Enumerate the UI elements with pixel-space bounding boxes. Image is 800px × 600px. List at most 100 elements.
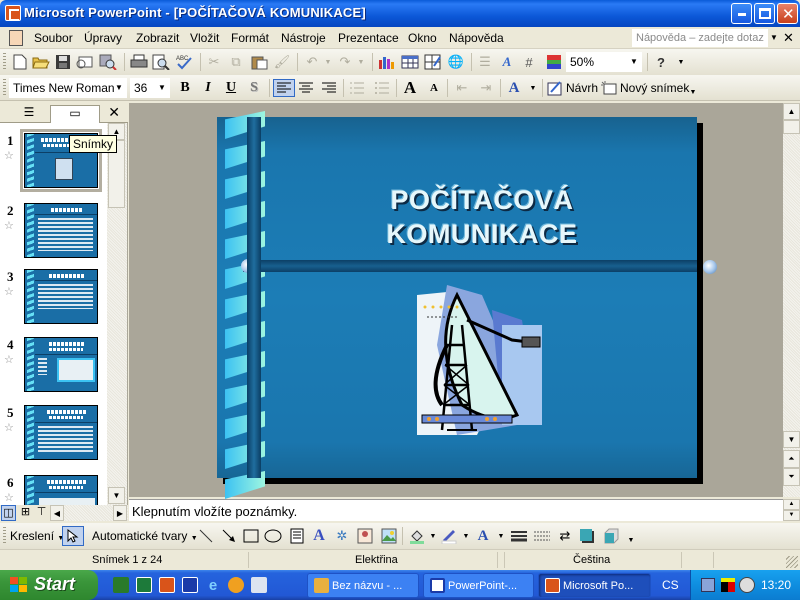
thumbnails-scrollbar[interactable]: ▲ ▼ (107, 123, 127, 506)
new-slide-icon[interactable] (600, 79, 618, 97)
dash-style-icon[interactable] (533, 527, 551, 545)
document-icon[interactable] (9, 30, 23, 46)
text-box-icon[interactable] (288, 527, 306, 545)
font-color-icon[interactable]: A (474, 527, 492, 545)
menu-napoveda[interactable]: Nápověda (449, 31, 504, 45)
menu-okno[interactable]: Okno (408, 31, 437, 45)
help-dropdown-arrow[interactable]: ▼ (768, 29, 780, 47)
tables-borders-icon[interactable] (424, 53, 442, 71)
outlook-express-icon[interactable] (251, 577, 267, 593)
media-player-icon[interactable] (228, 577, 244, 593)
toolbar-grip[interactable] (3, 53, 6, 71)
menu-format[interactable]: Formát (231, 31, 269, 45)
toolbar-grip[interactable] (3, 79, 6, 97)
scrollbar-thumb[interactable] (783, 120, 800, 134)
design-icon[interactable] (546, 79, 564, 97)
show-formatting-icon[interactable]: A (498, 53, 516, 71)
font-color-icon[interactable]: A (505, 79, 523, 97)
slide-thumbnail-2[interactable] (24, 203, 98, 258)
open-icon[interactable] (32, 53, 50, 71)
toolbar-options-dropdown[interactable]: ▼ (672, 53, 690, 71)
line-icon[interactable] (197, 527, 215, 545)
menu-nastroje[interactable]: Nástroje (281, 31, 326, 45)
slide-title[interactable]: POČÍTAČOVÁ KOMUNIKACE (317, 183, 647, 251)
taskbar-item-powerpoint[interactable]: Microsoft Po... (538, 573, 651, 598)
insert-picture-icon[interactable] (380, 527, 398, 545)
menu-prezentace[interactable]: Prezentace (338, 31, 399, 45)
transition-star-icon[interactable]: ☆ (4, 219, 14, 232)
help-icon[interactable]: ? (652, 53, 670, 71)
slide-canvas[interactable]: POČÍTAČOVÁ KOMUNIKACE (217, 111, 697, 499)
slide-thumbnail-row[interactable]: 2 ☆ (0, 203, 107, 271)
resize-grip[interactable] (786, 556, 798, 568)
paste-icon[interactable] (250, 53, 268, 71)
scroll-left-button[interactable]: ◀ (50, 505, 64, 521)
tab-outline[interactable]: ☰ (4, 105, 54, 123)
close-button[interactable]: ✕ (777, 3, 798, 24)
slide-thumbnail-row[interactable]: 5 ☆ (0, 405, 107, 473)
menu-upravy[interactable]: Úpravy (84, 31, 122, 45)
zoom-select[interactable]: 50% ▼ (566, 52, 642, 72)
oval-icon[interactable] (264, 527, 282, 545)
shadow-button[interactable]: S (245, 79, 263, 97)
undo-dropdown[interactable]: ▼ (319, 53, 337, 71)
clip-art-icon[interactable] (356, 527, 374, 545)
slide-thumbnail-row[interactable]: 3 ☆ (0, 269, 107, 337)
quicklaunch-app-icon[interactable] (113, 577, 129, 593)
slide-show-button[interactable]: ⊤ (34, 505, 49, 521)
demote-icon[interactable]: ⇥ (477, 79, 495, 97)
line-style-icon[interactable] (510, 527, 528, 545)
toolbar-options-dropdown[interactable]: ▼ (684, 83, 702, 101)
arrow-style-icon[interactable]: ⇄ (556, 527, 574, 545)
design-button[interactable]: Návrh (566, 81, 598, 95)
copy-icon[interactable]: ⧉ (227, 53, 245, 71)
slide-thumbnail-6[interactable] (24, 475, 98, 505)
clock[interactable]: 13:20 (761, 578, 791, 592)
toolbar-options-dropdown[interactable]: ▼ (622, 531, 640, 549)
align-left-icon[interactable] (273, 79, 295, 97)
chevron-down-icon[interactable]: ▼ (628, 54, 640, 70)
tray-app-icon[interactable] (721, 578, 735, 592)
italic-button[interactable]: I (199, 79, 217, 97)
redo-dropdown[interactable]: ▼ (352, 53, 370, 71)
chevron-down-icon[interactable]: ▼ (113, 80, 125, 96)
align-center-icon[interactable] (297, 79, 315, 97)
document-close-button[interactable]: ✕ (783, 30, 794, 46)
notes-scrollbar[interactable]: ▲ ▼ (783, 499, 800, 521)
scroll-down-button[interactable]: ▼ (783, 510, 800, 521)
insert-hyperlink-icon[interactable]: 🌐 (447, 53, 465, 71)
language-indicator[interactable]: CS (662, 578, 679, 592)
font-size-select[interactable]: 36 ▼ (130, 78, 170, 98)
slide-sorter-view-button[interactable]: ⊞ (18, 505, 33, 521)
slide-thumbnail-4[interactable] (24, 337, 98, 392)
font-color-dropdown[interactable]: ▼ (492, 527, 510, 545)
tray-utility-icon[interactable] (739, 577, 755, 593)
transition-star-icon[interactable]: ☆ (4, 353, 14, 366)
cut-icon[interactable]: ✂ (205, 53, 223, 71)
transition-star-icon[interactable]: ☆ (4, 491, 14, 504)
powerpoint-app-icon[interactable] (5, 5, 21, 21)
numbering-icon[interactable] (348, 79, 366, 97)
slide-thumbnail-row[interactable]: 4 ☆ (0, 337, 107, 405)
promote-icon[interactable]: ⇤ (453, 79, 471, 97)
scroll-up-button[interactable]: ▲ (783, 499, 800, 510)
draw-menu-button[interactable]: Kreslení ▼ (10, 529, 64, 543)
maximize-button[interactable] (754, 3, 775, 24)
insert-table-icon[interactable] (401, 53, 419, 71)
previous-slide-button[interactable]: ⏶ (783, 450, 800, 468)
word-icon[interactable] (182, 577, 198, 593)
slide-thumbnail-5[interactable] (24, 405, 98, 460)
tab-slides[interactable]: ▭ (50, 105, 100, 123)
menu-zobrazit[interactable]: Zobrazit (136, 31, 179, 45)
menu-vlozit[interactable]: Vložit (190, 31, 219, 45)
expand-all-icon[interactable]: ☰ (476, 53, 494, 71)
scroll-right-button[interactable]: ▶ (113, 505, 127, 521)
network-icon[interactable] (701, 578, 715, 592)
minimize-button[interactable] (731, 3, 752, 24)
scroll-up-button[interactable]: ▲ (783, 103, 800, 120)
search-icon[interactable] (99, 53, 117, 71)
slide-thumbnail-3[interactable] (24, 269, 98, 324)
excel-icon[interactable] (136, 577, 152, 593)
format-painter-icon[interactable]: 🖌 (273, 53, 291, 71)
print-preview-icon[interactable] (152, 53, 170, 71)
